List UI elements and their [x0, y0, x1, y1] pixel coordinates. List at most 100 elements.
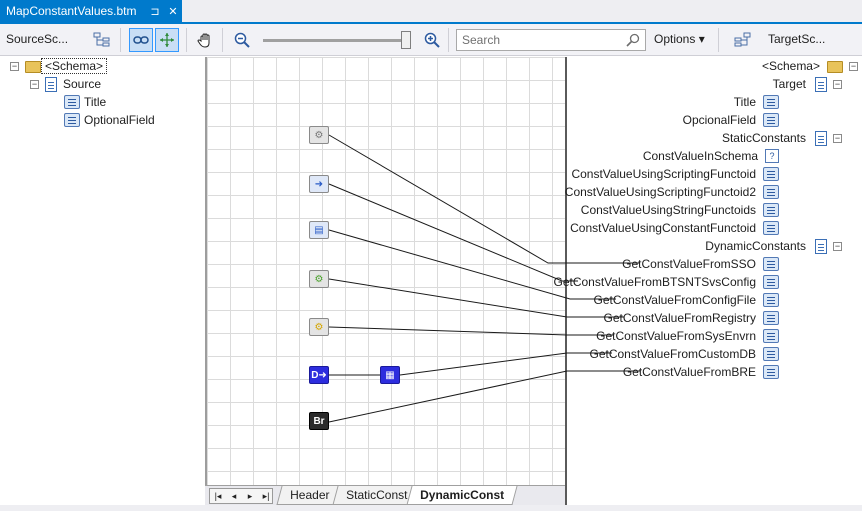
prev-page-button[interactable]: ◂ [227, 488, 241, 504]
customdb-functoid-icon[interactable]: D➜ [309, 366, 329, 384]
zoom-slider-track[interactable] [263, 39, 411, 42]
source-tree-row-source[interactable]: − Source [30, 75, 104, 93]
target-tree-row[interactable]: GetConstValueFromBTSNTSvsConfig [550, 273, 779, 291]
record-icon [815, 238, 827, 254]
registry-functoid-icon[interactable]: ⚙ [309, 270, 329, 288]
toolbar-separator [718, 28, 719, 52]
target-tree-row[interactable]: Target − [770, 75, 842, 93]
toolbar-separator [222, 28, 223, 52]
source-schema-label: SourceSc... [6, 32, 69, 46]
bre-functoid-icon[interactable]: Br [309, 412, 329, 430]
collapse-icon[interactable]: − [10, 61, 19, 71]
target-tree-row[interactable]: GetConstValueFromConfigFile [590, 291, 779, 309]
toolbar-separator [120, 28, 121, 52]
record-icon [45, 76, 57, 92]
field-element-icon [763, 203, 779, 217]
target-tree-row[interactable]: <Schema> − [759, 57, 858, 75]
search-input[interactable] [456, 29, 646, 51]
target-tree-row[interactable]: StaticConstants − [719, 129, 842, 147]
target-tree-row[interactable]: Title [731, 93, 779, 111]
target-tree-label: GetConstValueFromSysEnvrn [596, 329, 756, 343]
target-tree-label: <Schema> [761, 59, 820, 73]
target-tree-label: ConstValueUsingScriptingFunctoid [571, 167, 756, 181]
collapse-icon[interactable]: − [833, 241, 842, 251]
search-icon[interactable] [624, 31, 642, 49]
auto-scroll-icon[interactable] [155, 28, 179, 52]
document-tab-strip: MapConstantValues.btm ⊐ ✕ [0, 0, 862, 22]
config-file-functoid-icon[interactable]: ▤ [309, 221, 329, 239]
target-tree-label: GetConstValueFromSSO [622, 257, 756, 271]
close-icon[interactable]: ✕ [164, 5, 182, 18]
zoom-in-icon[interactable] [420, 28, 444, 52]
field-element-icon [763, 347, 779, 361]
target-tree-label: ConstValueUsingStringFunctoids [580, 203, 756, 217]
target-tree-label: GetConstValueFromCustomDB [589, 347, 757, 361]
source-tree-label: OptionalField [84, 113, 155, 127]
pan-hand-icon[interactable] [193, 28, 217, 52]
target-tree-row[interactable]: ConstValueUsingStringFunctoids [578, 201, 779, 219]
target-tree-label: StaticConstants [721, 131, 806, 145]
zoom-out-icon[interactable] [230, 28, 254, 52]
collapse-icon[interactable]: − [833, 133, 842, 143]
target-tree-row[interactable]: GetConstValueFromSysEnvrn [593, 327, 779, 345]
last-page-button[interactable]: ▸| [259, 488, 273, 504]
field-element-icon [763, 257, 779, 271]
target-tree-row[interactable]: GetConstValueFromSSO [619, 255, 779, 273]
options-dropdown[interactable]: Options ▾ [654, 32, 705, 46]
target-tree-label: GetConstValueFromBRE [622, 365, 756, 379]
next-page-button[interactable]: ▸ [243, 488, 257, 504]
target-tree-label: OpcionalField [682, 113, 756, 127]
source-tree-row-schema[interactable]: − <Schema> [10, 57, 108, 75]
source-tree-label: <Schema> [41, 58, 108, 74]
source-tree-row-optionalfield[interactable]: OptionalField [64, 111, 158, 129]
db-lookup-functoid-icon[interactable]: ▦ [380, 366, 400, 384]
target-tree-row[interactable]: ConstValueUsingScriptingFunctoid [568, 165, 779, 183]
source-tree-label: Source [63, 77, 102, 91]
field-element-icon [763, 185, 779, 199]
page-tab-label: Header [290, 488, 330, 502]
field-element-icon [763, 95, 779, 109]
first-page-button[interactable]: |◂ [211, 488, 225, 504]
folder-icon [25, 61, 41, 73]
field-element-icon [763, 275, 779, 289]
record-icon [815, 76, 827, 92]
sysenv-functoid-icon[interactable]: ⚙ [309, 318, 329, 336]
source-tree-row-title[interactable]: Title [64, 93, 109, 111]
field-element-icon [763, 365, 779, 379]
mapper-grid[interactable] [205, 57, 567, 485]
btsntsvc-functoid-icon[interactable]: ➜ [309, 175, 329, 193]
target-tree-label: ConstValueUsingScriptingFunctoid2 [564, 185, 756, 199]
zoom-slider-thumb[interactable] [401, 31, 411, 49]
target-tree-label: Target [772, 77, 806, 91]
pin-icon[interactable]: ⊐ [146, 5, 164, 18]
source-tree-icon[interactable] [90, 28, 114, 52]
target-schema-label: TargetSc... [768, 32, 826, 46]
target-tree-row[interactable]: DynamicConstants − [702, 237, 842, 255]
target-tree-row[interactable]: ConstValueUsingConstantFunctoid [567, 219, 779, 237]
document-tab[interactable]: MapConstantValues.btm ⊐ ✕ [0, 0, 182, 22]
field-element-icon [763, 221, 779, 235]
target-tree-row[interactable]: GetConstValueFromBRE [620, 363, 779, 381]
page-tab-label: StaticConst [346, 488, 408, 502]
target-tree-label: ConstValueUsingConstantFunctoid [570, 221, 756, 235]
page-tab-dynamicconst[interactable]: DynamicConst [406, 486, 518, 505]
link-mode-icon[interactable] [129, 28, 153, 52]
field-element-icon [763, 311, 779, 325]
target-tree-row[interactable]: OpcionalField [680, 111, 779, 129]
target-tree-icon[interactable] [730, 28, 754, 52]
collapse-icon[interactable]: − [833, 79, 842, 89]
folder-icon [827, 61, 843, 73]
target-tree-row[interactable]: ConstValueUsingScriptingFunctoid2 [562, 183, 779, 201]
document-tab-title: MapConstantValues.btm [6, 4, 137, 18]
collapse-icon[interactable]: − [30, 79, 39, 89]
target-tree-label: ConstValueInSchema [642, 149, 758, 163]
toolbar-separator [448, 28, 449, 52]
toolbar-separator [186, 28, 187, 52]
collapse-icon[interactable]: − [849, 61, 858, 71]
sso-functoid-icon[interactable]: ⚙ [309, 126, 329, 144]
record-icon [815, 130, 827, 146]
target-tree-label: GetConstValueFromConfigFile [593, 293, 756, 307]
target-tree-row[interactable]: GetConstValueFromRegistry [601, 309, 779, 327]
target-tree-row[interactable]: ConstValueInSchema? [640, 147, 779, 165]
target-tree-row[interactable]: GetConstValueFromCustomDB [587, 345, 779, 363]
